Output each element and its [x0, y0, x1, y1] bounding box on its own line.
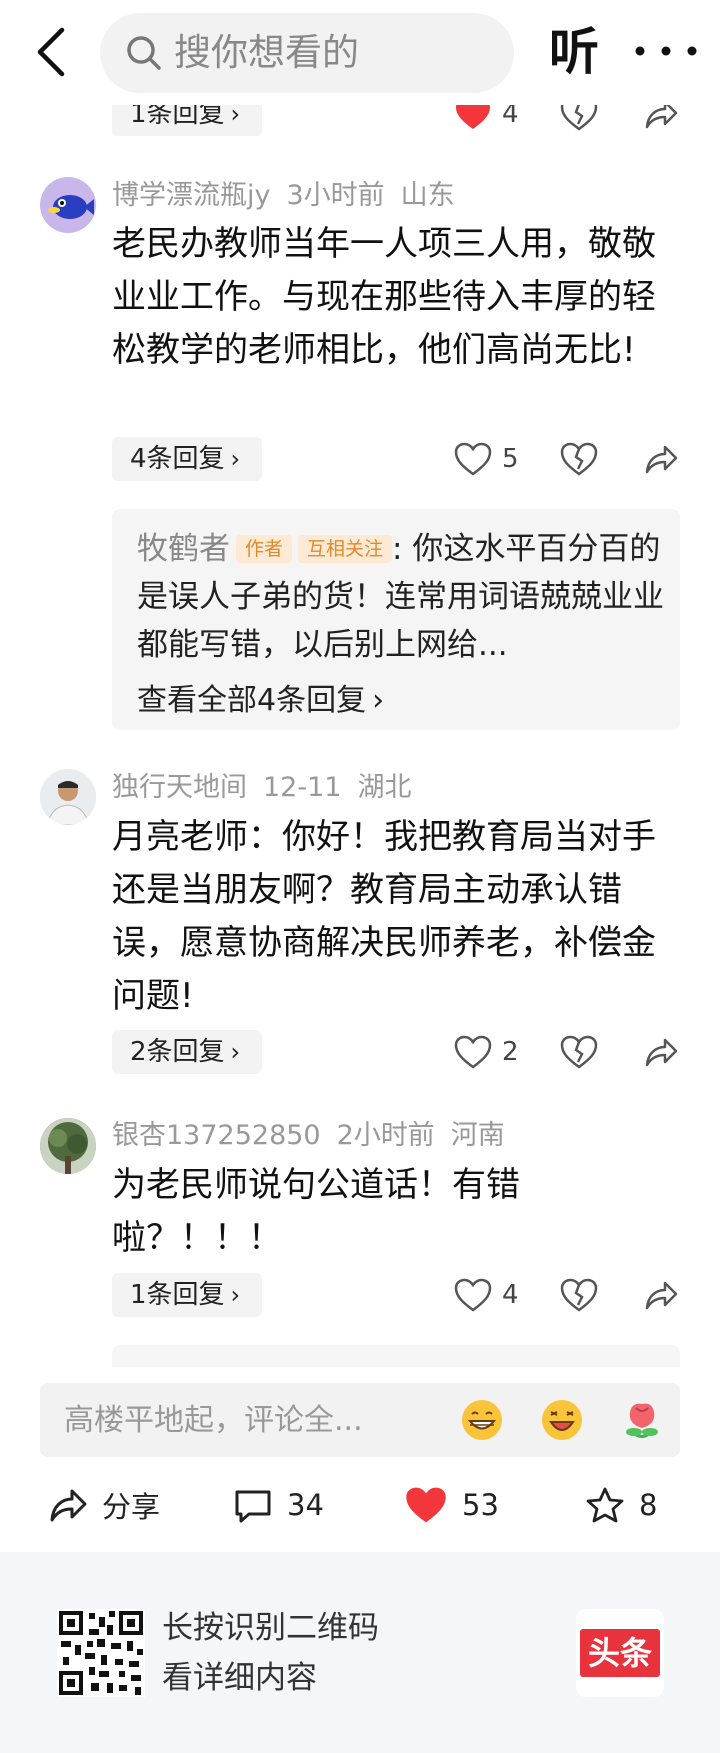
listen-button[interactable]: 听: [549, 20, 599, 84]
comment-location: 河南: [450, 1120, 505, 1151]
share-comment-button[interactable]: [643, 1030, 679, 1074]
comment-author[interactable]: 银杏137252850: [112, 1120, 321, 1151]
star-icon: [586, 1487, 624, 1523]
qr-code-icon: [57, 1609, 145, 1697]
more-icon: [635, 46, 697, 56]
reply-preview[interactable]: 牧鹤者 作者 互相关注: 你这水平百分百的是误人子弟的货！连常用词语兢兢业业都能写错…: [112, 509, 680, 730]
like-button[interactable]: 2: [454, 1030, 519, 1074]
reply-count-button[interactable]: 2条回复 ›: [112, 1030, 262, 1074]
dislike-button[interactable]: [560, 1030, 598, 1074]
search-icon: [127, 36, 161, 70]
search-placeholder: 搜你想看的: [174, 31, 359, 74]
comment-text: 月亮老师：你好！我把教育局当对手还是当朋友啊？教育局主动承认错误，愿意协商解决民…: [112, 817, 656, 1016]
reply-count-button[interactable]: 1条回复 ›: [112, 1273, 262, 1317]
tree-avatar-icon: [40, 1118, 96, 1174]
grin-emoji-icon[interactable]: [460, 1398, 504, 1442]
toutiao-logo: 头条: [576, 1609, 664, 1697]
chevron-right-icon: ›: [230, 1281, 241, 1309]
comment-button[interactable]: 34: [233, 1480, 324, 1530]
search-input[interactable]: 搜你想看的: [100, 13, 514, 93]
share-comment-button[interactable]: [643, 1273, 679, 1317]
reply-author[interactable]: 牧鹤者: [137, 531, 230, 567]
toutiao-logo-text: 头条: [580, 1629, 660, 1677]
comment-location: 山东: [400, 180, 455, 211]
share-icon: [645, 445, 678, 474]
broken-heart-icon: [560, 1278, 598, 1312]
comment-author[interactable]: 独行天地间: [112, 772, 247, 803]
avatar[interactable]: [40, 769, 96, 825]
chevron-right-icon: ›: [230, 445, 241, 473]
comment-author[interactable]: 博学漂流瓶jy: [112, 180, 270, 211]
comment-time: 12-11: [263, 772, 342, 803]
share-icon: [645, 1038, 678, 1067]
dislike-button[interactable]: [560, 437, 598, 481]
comment-input-placeholder: 高楼平地起，评论全...: [64, 1403, 363, 1438]
person-avatar-icon: [40, 769, 96, 825]
reply-count-button[interactable]: 4条回复 ›: [112, 437, 262, 481]
comment-location: 湖北: [357, 772, 412, 803]
back-button[interactable]: [30, 24, 74, 80]
comment-meta: 银杏137252850 2小时前 河南: [112, 1118, 521, 1154]
broken-heart-icon: [560, 1035, 598, 1069]
comment-text: 为老民师说句公道话！有错啦？！！！: [112, 1165, 520, 1258]
author-badge: 作者: [236, 535, 293, 563]
share-icon: [645, 1281, 678, 1310]
comment-meta: 独行天地间 12-11 湖北: [112, 770, 427, 806]
flower-emoji-icon[interactable]: [620, 1398, 664, 1442]
reply-preview-text: 牧鹤者 作者 互相关注: 你这水平百分百的是误人子弟的货！连常用词语兢兢业业都能写错…: [137, 525, 665, 669]
qr-footer: 长按识别二维码 看详细内容 头条: [0, 1552, 720, 1753]
comment-time: 2小时前: [336, 1120, 435, 1151]
avatar[interactable]: [40, 177, 96, 233]
qr-hint-line1: 长按识别二维码: [162, 1610, 379, 1646]
like-button[interactable]: 5: [454, 437, 519, 481]
comment-time: 3小时前: [286, 180, 385, 211]
laugh-emoji-icon[interactable]: [540, 1398, 584, 1442]
chevron-left-icon: [37, 27, 65, 77]
comment-input[interactable]: 高楼平地起，评论全...: [40, 1383, 680, 1457]
top-bar: 搜你想看的 听: [0, 0, 720, 105]
reply-preview: [112, 1345, 680, 1367]
share-icon: [50, 1489, 87, 1522]
broken-heart-icon: [560, 442, 598, 476]
heart-outline-icon: [454, 1278, 492, 1312]
like-article-button[interactable]: 53: [404, 1480, 499, 1530]
heart-outline-icon: [454, 1035, 492, 1069]
comment-meta: 博学漂流瓶jy 3小时前 山东: [112, 178, 471, 214]
more-button[interactable]: [634, 26, 714, 76]
like-button[interactable]: 4: [454, 1273, 519, 1317]
share-comment-button[interactable]: [643, 437, 679, 481]
favorite-button[interactable]: 8: [585, 1480, 657, 1530]
view-all-replies-link[interactable]: 查看全部4条回复 ›: [137, 679, 384, 723]
share-button[interactable]: 分享: [48, 1480, 160, 1530]
heart-filled-icon: [406, 1487, 446, 1523]
avatar[interactable]: [40, 1118, 96, 1174]
fish-avatar-icon: [48, 195, 94, 219]
dislike-button[interactable]: [560, 1273, 598, 1317]
heart-outline-icon: [454, 442, 492, 476]
comment-text: 老民办教师当年一人项三人用，敬敬业业工作。与现在那些待入丰厚的轻松教学的老师相比…: [112, 224, 656, 370]
chevron-right-icon: ›: [230, 1038, 241, 1066]
comment-icon: [235, 1490, 271, 1523]
qr-hint-line2: 看详细内容: [162, 1660, 317, 1696]
mutual-follow-badge: 互相关注: [298, 535, 393, 563]
chevron-right-icon: ›: [372, 683, 385, 718]
